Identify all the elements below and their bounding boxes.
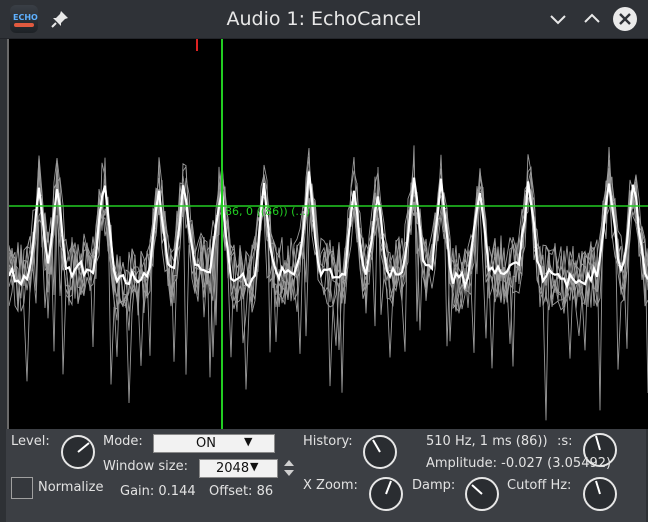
waveform-display[interactable]: 86, 0 ((86)) (...) bbox=[7, 39, 648, 429]
history-knob[interactable] bbox=[362, 434, 398, 470]
normalize-label: Normalize bbox=[38, 480, 104, 495]
cutoff-label: Cutoff Hz: bbox=[507, 478, 572, 493]
cutoff-knob[interactable] bbox=[582, 476, 618, 512]
xzoom-knob[interactable] bbox=[368, 476, 404, 512]
level-knob[interactable] bbox=[60, 434, 96, 470]
window-size-select[interactable]: 2048 ▼ bbox=[199, 459, 278, 478]
damp-knob[interactable] bbox=[464, 476, 500, 512]
mode-select[interactable]: ON ▼ bbox=[153, 434, 275, 453]
waveform-canvas[interactable]: 86, 0 ((86)) (...) bbox=[9, 39, 648, 429]
xzoom-label: X Zoom: bbox=[303, 478, 358, 493]
history-label: History: bbox=[303, 434, 353, 449]
dropdown-arrow-icon: ▼ bbox=[250, 460, 259, 473]
normalize-checkbox[interactable] bbox=[11, 477, 33, 499]
level-label: Level: bbox=[11, 434, 50, 449]
title-bar: ECHO Audio 1: EchoCancel bbox=[0, 0, 648, 39]
chevron-down-icon[interactable] bbox=[545, 6, 571, 32]
damp-label: Damp: bbox=[412, 478, 456, 493]
cursor-readout: 86, 0 ((86)) (...) bbox=[225, 205, 310, 218]
window-size-label: Window size: bbox=[103, 459, 188, 474]
mode-value: ON bbox=[196, 436, 216, 451]
mode-label: Mode: bbox=[103, 434, 143, 449]
dropdown-arrow-icon: ▼ bbox=[244, 435, 253, 448]
info-suffix: :s: bbox=[557, 434, 573, 449]
offset-readout: Offset: 86 bbox=[209, 484, 274, 499]
main-trace bbox=[9, 171, 648, 291]
window-size-spinner[interactable] bbox=[282, 458, 296, 478]
amplitude-readout: Amplitude: -0.027 (3.05492) bbox=[426, 456, 612, 471]
control-panel: Level: Mode: ON ▼ Window size: 2048 ▼ No… bbox=[6, 429, 646, 522]
close-icon[interactable] bbox=[612, 6, 638, 32]
chevron-up-icon[interactable] bbox=[579, 6, 605, 32]
frequency-readout: 510 Hz, 1 ms (86)) bbox=[426, 434, 548, 449]
window-size-value: 2048 bbox=[216, 461, 250, 476]
gain-readout: Gain: 0.144 bbox=[120, 484, 196, 499]
